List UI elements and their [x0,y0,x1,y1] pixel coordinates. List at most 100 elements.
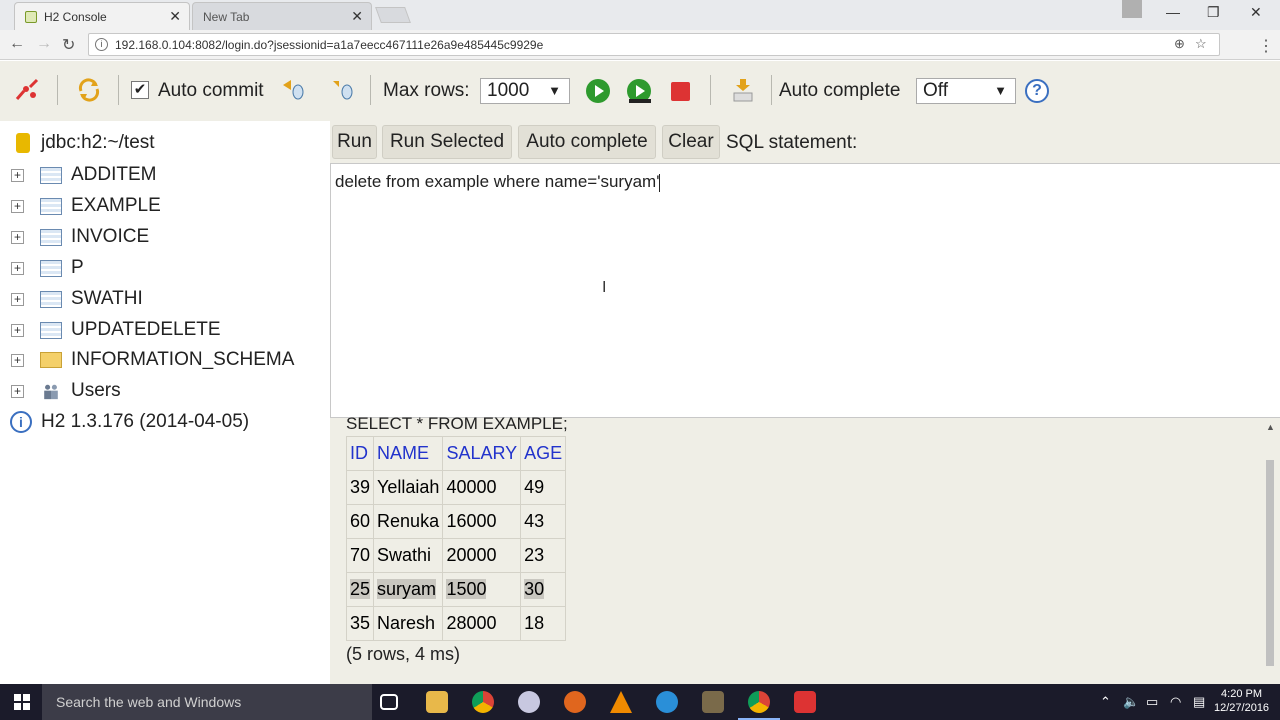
reload-icon[interactable]: ↻ [62,35,75,55]
battery-icon[interactable]: ▭ [1146,694,1158,710]
profile-icon[interactable] [1122,0,1142,18]
table-cell: Yellaiah [373,470,444,505]
table-icon [40,259,62,277]
tab-title: New Tab [203,9,250,24]
vlc-taskbar-icon[interactable] [610,691,632,713]
zoom-icon[interactable]: ⊕ [1174,36,1185,52]
expand-icon[interactable]: + [11,230,24,244]
info-icon[interactable]: i [95,38,108,51]
run-selected-button[interactable]: Run Selected [382,125,512,159]
taskbar-search-field[interactable]: Search the web and Windows [42,684,372,720]
tree-item-swathi[interactable]: + SWATHI [0,285,330,313]
tree-item-users[interactable]: + Users [0,377,330,405]
cell-text: 30 [524,579,545,599]
table-cell: 39 [345,470,375,505]
tab-h2-console[interactable]: H2 Console ✕ [14,2,190,30]
expand-icon[interactable]: + [11,384,24,398]
results-scrollbar[interactable]: ▲ [1264,422,1276,680]
clear-button[interactable]: Clear [662,125,720,159]
app-taskbar-icon[interactable] [794,691,816,713]
chrome-active-taskbar-icon[interactable] [748,691,770,713]
results-panel: SELECT * FROM EXAMPLE; ID NAME SALARY AG… [330,414,1280,684]
app-taskbar-icon[interactable] [518,691,540,713]
close-tab-icon[interactable]: ✕ [169,8,181,25]
chrome-taskbar-icon[interactable] [472,691,494,713]
expand-icon[interactable]: + [11,353,24,367]
table-cell: 20000 [442,538,522,573]
commit-icon[interactable] [330,77,356,103]
folder-icon [40,352,62,368]
notifications-icon[interactable]: ▤ [1193,694,1205,710]
forward-icon[interactable]: → [36,35,52,53]
close-tab-icon[interactable]: ✕ [351,8,363,25]
url-text: 192.168.0.104:8082/login.do?jsessionid=a… [115,37,544,52]
expand-icon[interactable]: + [11,323,24,337]
max-rows-select[interactable]: 1000 ▼ [480,78,570,104]
toolbar-separator [57,75,58,105]
url-field[interactable]: i 192.168.0.104:8082/login.do?jsessionid… [88,33,1220,56]
history-icon[interactable] [730,77,756,103]
connection-label: jdbc:h2:~/test [41,132,155,153]
tree-item-invoice[interactable]: + INVOICE [0,223,330,251]
connection-node[interactable]: jdbc:h2:~/test [0,129,330,157]
table-row: 70 Swathi 20000 23 [345,538,567,573]
refresh-icon[interactable] [76,77,102,103]
table-icon [40,321,62,339]
auto-complete-label: Auto complete [779,80,901,101]
app-taskbar-icon[interactable] [702,691,724,713]
disconnect-icon[interactable] [14,77,40,103]
new-tab-button[interactable] [375,7,411,23]
chrome-menu-icon[interactable]: ⋮ [1258,36,1274,56]
tree-item-label: INVOICE [71,226,150,247]
bookmark-star-icon[interactable]: ☆ [1195,36,1207,52]
scroll-up-icon[interactable]: ▲ [1266,422,1275,432]
run-icon[interactable] [586,79,610,103]
tab-new-tab[interactable]: New Tab ✕ [192,2,372,30]
table-header-row: ID NAME SALARY AGE [345,436,567,471]
auto-complete-select[interactable]: Off ▼ [916,78,1016,104]
task-view-icon[interactable] [380,694,398,710]
table-icon [40,166,62,184]
rollback-icon[interactable] [281,77,307,103]
table-cell: 1500 [442,572,522,607]
tree-item-label: INFORMATION_SCHEMA [71,349,295,370]
tree-item-example[interactable]: + EXAMPLE [0,192,330,220]
tree-item-additem[interactable]: + ADDITEM [0,161,330,189]
wifi-icon[interactable]: ◠ [1170,694,1181,710]
run-button[interactable]: Run [332,125,377,159]
help-icon[interactable]: ? [1025,79,1049,103]
tree-item-updatedelete[interactable]: + UPDATEDELETE [0,316,330,344]
taskbar-clock[interactable]: 4:20 PM 12/27/2016 [1214,687,1269,715]
volume-icon[interactable]: 🔈 [1123,694,1139,710]
column-header[interactable]: SALARY [442,436,522,471]
table-row-selected: 25 suryam 1500 30 [345,572,567,607]
scrollbar-thumb[interactable] [1266,460,1274,666]
expand-icon[interactable]: + [11,261,24,275]
windows-start-icon[interactable] [14,694,30,710]
internet-explorer-icon[interactable] [656,691,678,713]
auto-commit-checkbox[interactable]: ✔ [131,81,149,99]
file-explorer-icon[interactable] [426,691,448,713]
toolbar-separator [118,75,119,105]
expand-icon[interactable]: + [11,199,24,213]
tree-item-information-schema[interactable]: + INFORMATION_SCHEMA [0,346,330,374]
column-header[interactable]: ID [345,436,375,471]
close-window-icon[interactable]: ✕ [1250,4,1262,21]
sql-editor[interactable]: delete from example where name='suryam' [330,163,1280,418]
firefox-taskbar-icon[interactable] [564,691,586,713]
tree-item-p[interactable]: + P [0,254,330,282]
run-selected-icon[interactable] [627,79,651,103]
table-cell: 40000 [442,470,522,505]
column-header[interactable]: NAME [373,436,444,471]
tree-item-label: EXAMPLE [71,195,161,216]
stop-icon[interactable] [671,82,690,101]
toolbar-separator [370,75,371,105]
expand-icon[interactable]: + [11,168,24,182]
back-icon[interactable]: ← [9,35,25,53]
show-hidden-icons-icon[interactable]: ⌃ [1100,694,1111,710]
minimize-icon[interactable]: — [1166,4,1180,20]
column-header[interactable]: AGE [520,436,567,471]
expand-icon[interactable]: + [11,292,24,306]
auto-complete-button[interactable]: Auto complete [518,125,656,159]
restore-icon[interactable]: ❐ [1207,4,1220,21]
